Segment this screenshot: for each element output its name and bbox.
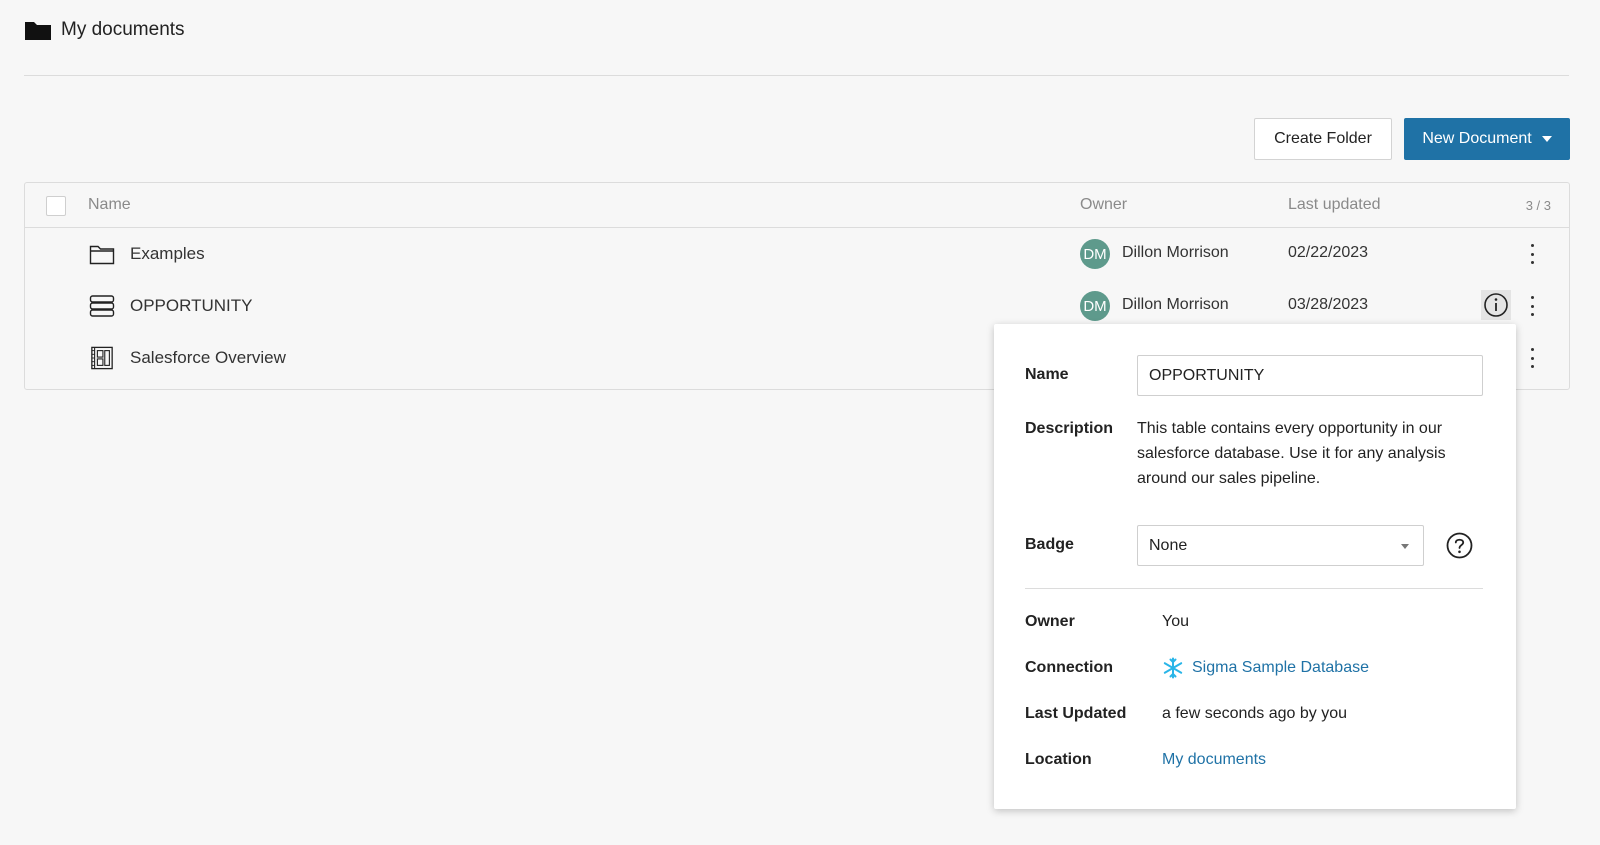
- new-document-button[interactable]: New Document: [1404, 118, 1570, 160]
- description-label: Description: [1025, 420, 1114, 437]
- connection-value[interactable]: Sigma Sample Database: [1192, 659, 1369, 677]
- column-header-owner[interactable]: Owner: [1080, 196, 1127, 214]
- help-icon[interactable]: [1446, 532, 1473, 559]
- page-title: My documents: [61, 19, 185, 40]
- info-popover: Name Description This table contains eve…: [994, 324, 1516, 809]
- more-options-icon[interactable]: [1527, 294, 1537, 318]
- badge-select-value: None: [1149, 536, 1188, 554]
- row-owner: Dillon Morrison: [1122, 244, 1229, 261]
- badge-select[interactable]: None: [1137, 525, 1424, 566]
- location-link[interactable]: My documents: [1162, 751, 1266, 769]
- new-document-label: New Document: [1422, 130, 1532, 147]
- create-folder-button[interactable]: Create Folder: [1254, 118, 1392, 160]
- badge-label: Badge: [1025, 536, 1074, 553]
- workbook-icon: [91, 346, 113, 370]
- table-row[interactable]: Examples DM Dillon Morrison 02/22/2023: [25, 228, 1569, 280]
- location-label: Location: [1025, 751, 1092, 768]
- more-options-icon[interactable]: [1527, 242, 1537, 266]
- last-updated-label: Last Updated: [1025, 705, 1127, 722]
- header-divider: [24, 75, 1569, 76]
- row-last-updated: 02/22/2023: [1288, 244, 1369, 261]
- breadcrumb: My documents: [24, 18, 185, 42]
- column-header-name[interactable]: Name: [88, 196, 131, 214]
- description-field[interactable]: This table contains every opportunity in…: [1137, 416, 1487, 491]
- connection-link[interactable]: Sigma Sample Database: [1162, 657, 1369, 679]
- name-field[interactable]: [1137, 355, 1483, 396]
- row-name[interactable]: OPPORTUNITY: [130, 296, 252, 316]
- row-name[interactable]: Salesforce Overview: [130, 348, 286, 368]
- avatar: DM: [1080, 239, 1110, 269]
- folder-icon: [89, 245, 115, 265]
- name-label: Name: [1025, 366, 1069, 383]
- row-name[interactable]: Examples: [130, 244, 205, 264]
- info-icon: [1484, 293, 1508, 317]
- chevron-down-icon: [1541, 136, 1552, 142]
- chevron-down-icon: [1401, 544, 1409, 549]
- more-options-icon[interactable]: [1527, 346, 1537, 370]
- popover-divider: [1025, 588, 1483, 589]
- column-header-last-updated[interactable]: Last updated: [1288, 196, 1381, 214]
- item-count: 3 / 3: [1525, 198, 1551, 213]
- owner-label: Owner: [1025, 613, 1075, 630]
- table-header: Name Owner Last updated 3 / 3: [25, 183, 1569, 228]
- table-icon: [89, 295, 115, 317]
- snowflake-icon: [1163, 657, 1183, 679]
- row-last-updated: 03/28/2023: [1288, 296, 1369, 313]
- owner-value: You: [1162, 613, 1189, 630]
- connection-label: Connection: [1025, 659, 1113, 676]
- row-owner: Dillon Morrison: [1122, 296, 1229, 313]
- last-updated-value: a few seconds ago by you: [1162, 705, 1348, 722]
- avatar: DM: [1080, 291, 1110, 321]
- info-button[interactable]: [1481, 290, 1511, 320]
- select-all-checkbox[interactable]: [46, 196, 66, 216]
- folder-icon: [25, 22, 51, 40]
